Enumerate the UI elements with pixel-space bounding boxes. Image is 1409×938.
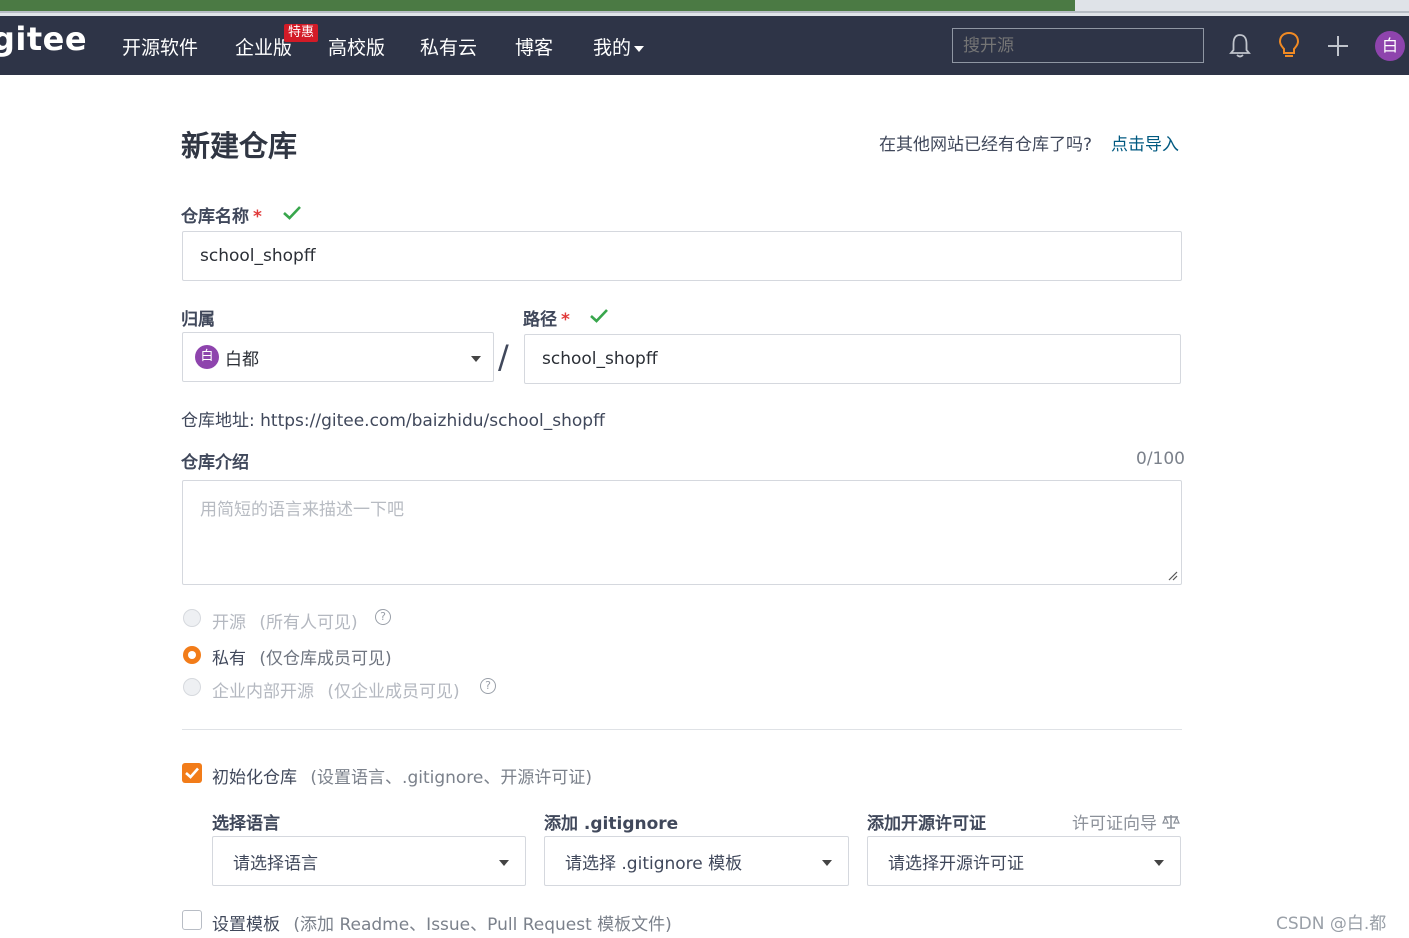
chevron-down-icon [634, 45, 645, 52]
template-option: 设置模板 (添加 Readme、Issue、Pull Request 模板文件) [212, 910, 672, 935]
repo-name-label-text: 仓库名称 [181, 207, 249, 227]
nav-mine-label: 我的 [593, 37, 632, 59]
plus-icon[interactable] [1327, 35, 1349, 57]
intro-placeholder: 用简短的语言来描述一下吧 [200, 500, 404, 520]
init-repo-checkbox[interactable] [182, 763, 202, 783]
repo-name-label: 仓库名称 * [181, 202, 262, 227]
language-select[interactable]: 请选择语言 [212, 836, 526, 886]
init-repo-label: 初始化仓库 [212, 768, 297, 788]
nav-private-cloud[interactable]: 私有云 [420, 33, 477, 60]
divider [182, 729, 1182, 730]
license-select-value: 请选择开源许可证 [888, 853, 1024, 874]
search-input[interactable] [952, 28, 1204, 63]
option-public: 开源 (所有人可见) [212, 608, 358, 633]
init-repo-note: (设置语言、.gitignore、开源许可证) [310, 768, 593, 788]
init-repo-option: 初始化仓库 (设置语言、.gitignore、开源许可证) [212, 763, 592, 788]
gitignore-label: 添加 .gitignore [544, 814, 679, 834]
path-input[interactable]: school_shopff [524, 334, 1181, 384]
license-label: 添加开源许可证 [867, 814, 986, 834]
intro-label: 仓库介绍 [181, 453, 249, 473]
repo-name-input[interactable]: school_shopff [182, 231, 1182, 281]
browser-toolbar [0, 0, 1409, 16]
option-public-note: (所有人可见) [259, 613, 358, 633]
caret-down-icon [471, 356, 481, 362]
help-icon[interactable]: ? [375, 609, 391, 625]
option-enterprise-label: 企业内部开源 [212, 682, 314, 702]
path-label-text: 路径 [523, 310, 557, 330]
scale-icon [1162, 815, 1181, 829]
option-enterprise-note: (仅企业成员可见) [327, 682, 460, 702]
page-title: 新建仓库 [181, 129, 298, 163]
template-note: (添加 Readme、Issue、Pull Request 模板文件) [293, 915, 672, 935]
gitignore-select[interactable]: 请选择 .gitignore 模板 [544, 836, 849, 886]
language-label: 选择语言 [212, 814, 280, 834]
option-private: 私有 (仅仓库成员可见) [212, 644, 392, 669]
owner-select[interactable]: 白 白都 [182, 332, 494, 382]
resize-handle-icon[interactable] [1168, 571, 1178, 581]
nav-mine[interactable]: 我的 [593, 33, 645, 60]
gitee-logo[interactable]: gitee [0, 20, 87, 58]
repo-url: 仓库地址: https://gitee.com/baizhidu/school_… [181, 411, 605, 431]
license-wizard-link[interactable]: 许可证向导 [1072, 809, 1181, 834]
intro-counter: 0/100 [1136, 449, 1185, 469]
owner-value: 白都 [225, 349, 259, 370]
option-private-label: 私有 [212, 649, 246, 669]
owner-avatar: 白 [195, 345, 219, 369]
option-enterprise: 企业内部开源 (仅企业成员可见) [212, 677, 460, 702]
required-mark: * [561, 310, 570, 330]
radio-private[interactable] [183, 646, 201, 664]
option-public-label: 开源 [212, 613, 246, 633]
radio-public[interactable] [183, 609, 201, 627]
owner-label: 归属 [181, 310, 215, 330]
nav-education[interactable]: 高校版 [328, 33, 385, 60]
template-checkbox[interactable] [182, 910, 202, 930]
promo-badge: 特惠 [284, 24, 319, 42]
user-avatar[interactable]: 白 [1375, 31, 1405, 61]
language-select-value: 请选择语言 [233, 853, 318, 874]
lightbulb-icon[interactable] [1277, 31, 1301, 61]
help-icon[interactable]: ? [480, 678, 496, 694]
option-private-note: (仅仓库成员可见) [259, 649, 392, 669]
check-icon [283, 206, 301, 220]
license-select[interactable]: 请选择开源许可证 [867, 836, 1181, 886]
path-separator: / [498, 338, 509, 376]
bell-icon[interactable] [1228, 32, 1252, 60]
checkmark-icon [185, 767, 199, 779]
caret-down-icon [499, 860, 509, 866]
import-question: 在其他网站已经有仓库了吗? [879, 135, 1093, 155]
template-label: 设置模板 [212, 915, 280, 935]
radio-enterprise[interactable] [183, 678, 201, 696]
caret-down-icon [1154, 860, 1164, 866]
nav-blog[interactable]: 博客 [515, 33, 553, 60]
check-icon [590, 309, 608, 323]
gitignore-select-value: 请选择 .gitignore 模板 [565, 853, 743, 874]
caret-down-icon [822, 860, 832, 866]
import-link[interactable]: 点击导入 [1111, 130, 1179, 155]
nav-open-source[interactable]: 开源软件 [122, 33, 198, 60]
required-mark: * [253, 207, 262, 227]
license-wizard-text: 许可证向导 [1072, 814, 1157, 834]
watermark: CSDN @白.都 [1276, 914, 1387, 934]
intro-textarea[interactable]: 用简短的语言来描述一下吧 [182, 480, 1182, 585]
path-label: 路径 * [523, 305, 570, 330]
